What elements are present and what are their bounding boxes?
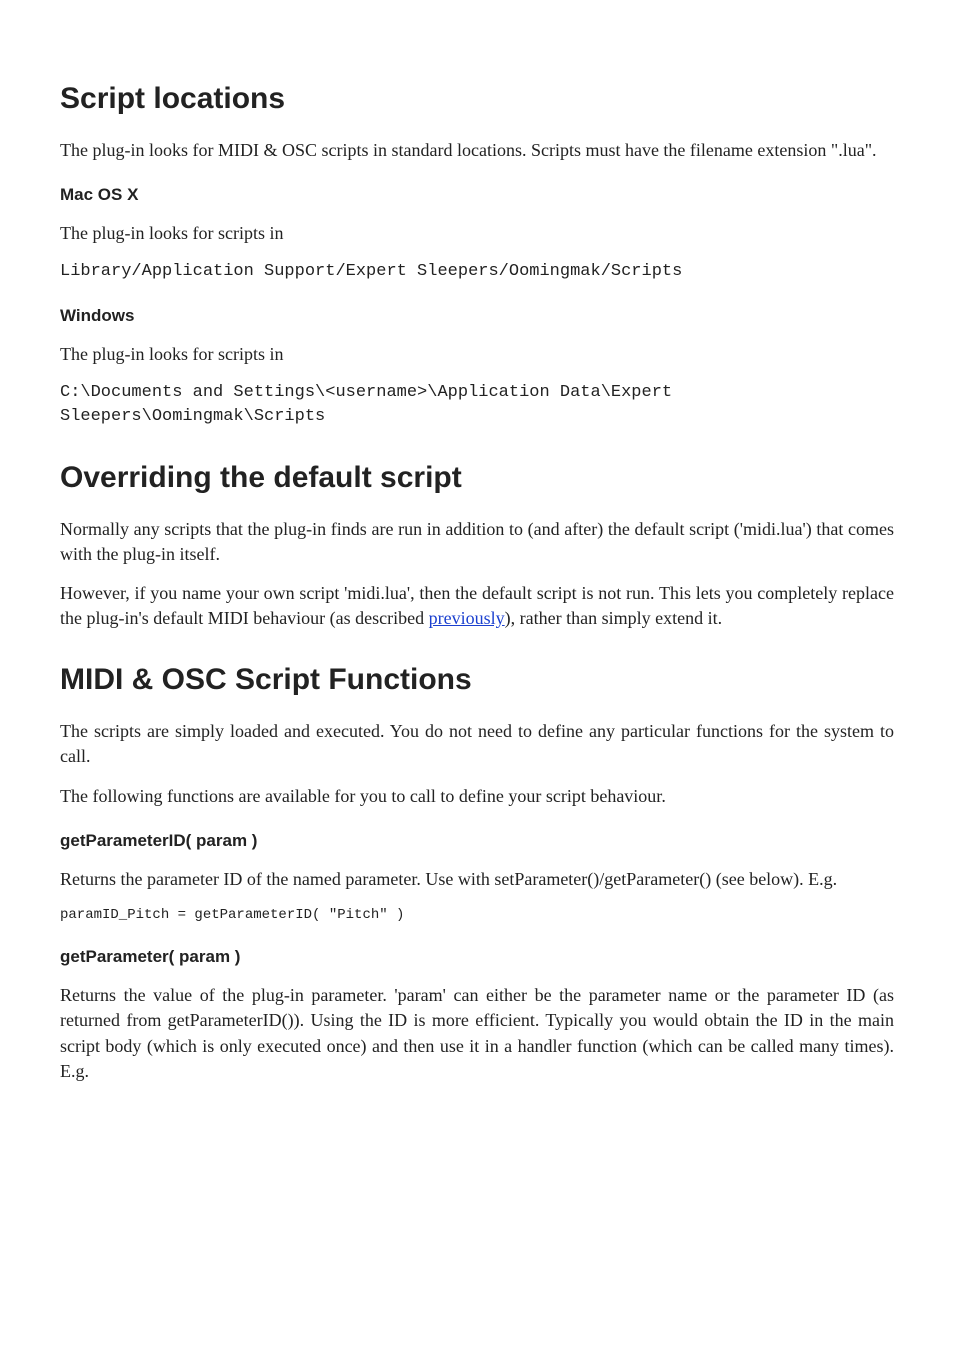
text-overriding-p2-after: ), rather than simply extend it. — [505, 608, 722, 628]
paragraph-functions-p1: The scripts are simply loaded and execut… — [60, 719, 894, 769]
code-getparameterid-example: paramID_Pitch = getParameterID( "Pitch" … — [60, 906, 894, 926]
paragraph-functions-p2: The following functions are available fo… — [60, 784, 894, 809]
heading-script-locations: Script locations — [60, 78, 894, 120]
subheading-mac-os-x: Mac OS X — [60, 183, 894, 207]
paragraph-getparameterid-text: Returns the parameter ID of the named pa… — [60, 867, 894, 892]
paragraph-windows-text: The plug-in looks for scripts in — [60, 342, 894, 367]
paragraph-getparameter-text: Returns the value of the plug-in paramet… — [60, 983, 894, 1084]
link-previously[interactable]: previously — [429, 608, 505, 628]
paragraph-script-locations-intro: The plug-in looks for MIDI & OSC scripts… — [60, 138, 894, 163]
heading-midi-osc-script-functions: MIDI & OSC Script Functions — [60, 659, 894, 701]
subheading-getparameter: getParameter( param ) — [60, 945, 894, 969]
subheading-getparameterid: getParameterID( param ) — [60, 829, 894, 853]
paragraph-mac-text: The plug-in looks for scripts in — [60, 221, 894, 246]
code-mac-path: Library/Application Support/Expert Sleep… — [60, 260, 894, 284]
paragraph-overriding-p1: Normally any scripts that the plug-in fi… — [60, 517, 894, 567]
code-windows-path: C:\Documents and Settings\<username>\App… — [60, 381, 894, 429]
heading-overriding-default-script: Overriding the default script — [60, 457, 894, 499]
subheading-windows: Windows — [60, 304, 894, 328]
paragraph-overriding-p2: However, if you name your own script 'mi… — [60, 581, 894, 631]
